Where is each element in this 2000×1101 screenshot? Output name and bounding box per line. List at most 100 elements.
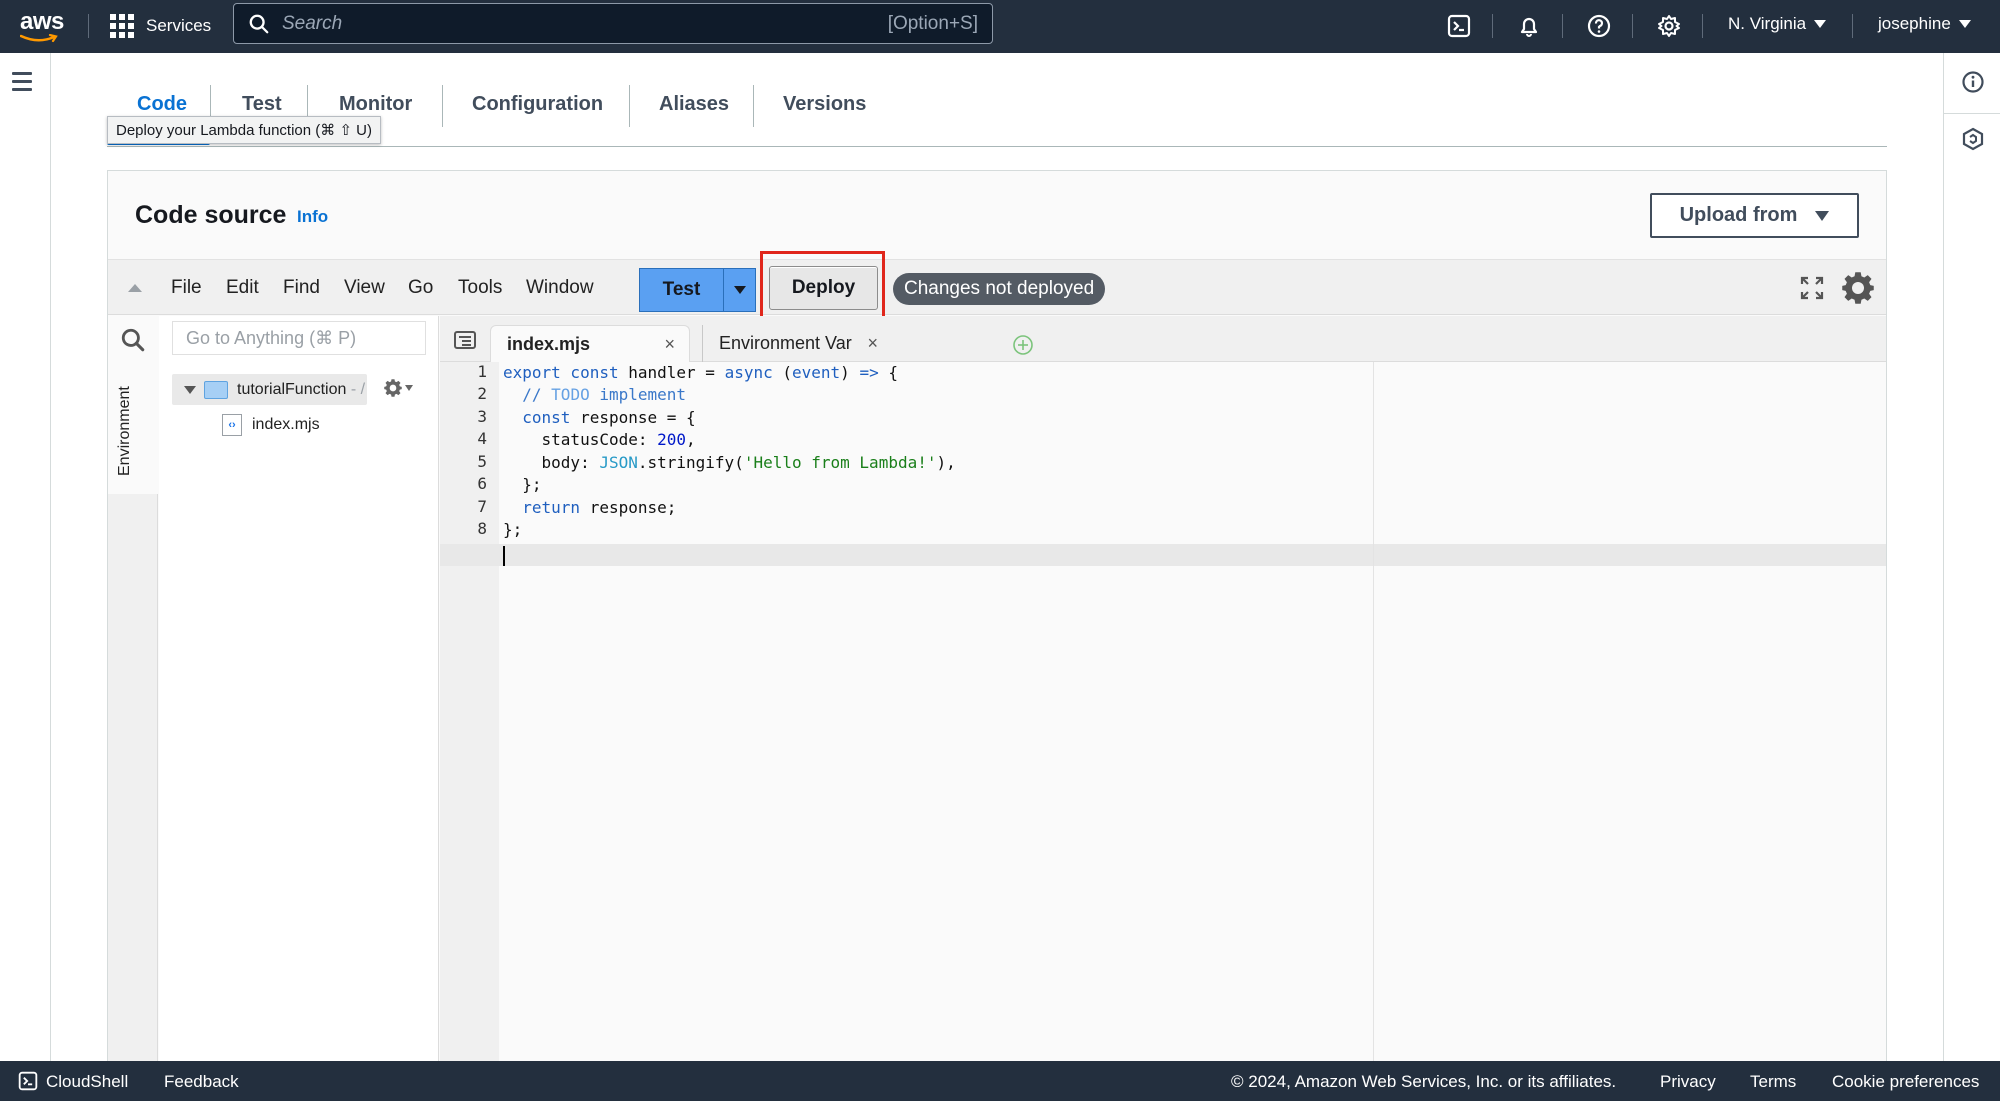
search-shortcut: [Option+S] [887,12,978,34]
code-token: TODO [551,385,590,404]
fullscreen-icon[interactable] [1800,276,1824,300]
folder-icon [204,380,228,399]
menu-window[interactable]: Window [526,277,594,299]
account-menu[interactable]: josephine [1878,14,1971,34]
settings-button[interactable] [1655,12,1683,40]
code-line-4: statusCode: 200, [503,429,696,451]
tab-divider [442,85,443,127]
cookie-preferences-link[interactable]: Cookie preferences [1832,1072,1979,1092]
menu-icon[interactable] [12,72,32,96]
tab-code[interactable]: Code [137,93,187,116]
cloudshell-link[interactable]: CloudShell [46,1072,128,1092]
nav-divider [88,14,89,38]
tree-settings-button[interactable] [383,378,413,398]
terms-link[interactable]: Terms [1750,1072,1796,1092]
line-number: 4 [477,429,487,448]
menu-view[interactable]: View [344,277,385,299]
code-line-7: return response; [503,497,676,519]
menu-go[interactable]: Go [408,277,433,299]
hexagon-icon [1962,127,1984,151]
tab-versions[interactable]: Versions [783,93,866,116]
close-icon[interactable]: × [664,334,675,355]
add-tab-icon[interactable] [1012,334,1034,356]
menu-edit[interactable]: Edit [226,277,259,299]
caret-down-icon [1815,210,1830,221]
tab-test[interactable]: Test [242,93,282,116]
tab-aliases[interactable]: Aliases [659,93,729,116]
upload-from-button[interactable]: Upload from [1650,193,1859,238]
info-icon [1962,71,1984,93]
goto-anything-input[interactable]: Go to Anything (⌘ P) [172,321,426,355]
divider [1944,113,2000,114]
help-icon [1587,14,1611,38]
menu-tools[interactable]: Tools [458,277,502,299]
test-dropdown-button[interactable] [724,269,755,311]
privacy-link[interactable]: Privacy [1660,1072,1716,1092]
line-number-gutter: 1 2 3 4 5 6 7 8 9 [440,362,499,1061]
ide-toolbar: File Edit Find View Go Tools Window Test… [108,251,1886,323]
region-selector[interactable]: N. Virginia [1728,14,1827,34]
file-tree: Go to Anything (⌘ P) tutorialFunction - … [159,316,439,1061]
code-token: body: [503,453,600,472]
code-line-8: }; [503,519,522,541]
search-input[interactable]: Search [Option+S] [233,3,993,44]
test-button[interactable]: Test [640,269,724,311]
deploy-tooltip: Deploy your Lambda function (⌘ ⇧ U) [107,116,382,144]
collapse-icon[interactable] [128,284,142,292]
status-badge: Changes not deployed [893,273,1106,305]
code-token: ( [772,363,792,382]
chevron-down-icon [184,385,196,394]
services-menu[interactable]: Services [110,12,211,40]
folder-item[interactable]: tutorialFunction - / [172,374,367,405]
terminal-icon [18,1071,38,1091]
file-item[interactable]: ‹› index.mjs [222,412,320,438]
tab-monitor[interactable]: Monitor [339,93,412,116]
code-token: implement [589,385,687,404]
editor-tab-index[interactable]: index.mjs × [490,325,690,362]
file-name: index.mjs [252,416,320,433]
code-token: export const [503,363,619,382]
terminal-icon [1447,14,1471,38]
upload-from-label: Upload from [1679,204,1798,226]
nav-divider [1632,14,1633,38]
text-cursor [503,546,505,566]
line-number: 7 [477,497,487,516]
code-token: async [724,363,773,382]
list-icon[interactable] [454,331,476,349]
gear-icon [1658,15,1680,37]
js-file-icon: ‹› [222,414,242,436]
top-navigation: aws Services Search [Option+S] N. Virgin… [0,0,2000,53]
code-token: 200 [657,430,687,449]
info-link[interactable]: Info [297,207,328,227]
code-token: JSON [599,453,638,472]
copyright-text: © 2024, Amazon Web Services, Inc. or its… [1231,1072,1617,1091]
code-line-2: // TODO implement [503,384,686,406]
code-line-6: }; [503,474,541,496]
folder-name: tutorialFunction - / [237,381,365,399]
folder-path-suffix: - / [346,380,366,398]
info-panel-button[interactable] [1960,69,1986,95]
search-icon[interactable] [120,327,146,353]
notifications-button[interactable] [1515,12,1543,40]
code-token: ) [840,363,860,382]
assistant-button[interactable] [1960,126,1986,152]
line-number: 2 [477,384,487,403]
code-editor[interactable]: export const handler = async (event) => … [440,362,1886,1061]
code-token: => [859,363,879,382]
menu-file[interactable]: File [171,277,202,299]
code-token: 'Hello from Lambda!' [743,453,937,472]
cloudshell-button[interactable] [1445,12,1473,40]
tab-configuration[interactable]: Configuration [472,93,603,116]
editor-tab-environment[interactable]: Environment Var × [702,325,892,362]
menu-find[interactable]: Find [283,277,320,299]
help-button[interactable] [1585,12,1613,40]
line-number: 8 [477,519,487,538]
ide-settings-icon[interactable] [1840,270,1876,306]
environment-label[interactable]: Environment [116,386,134,476]
aws-logo[interactable]: aws [18,8,66,44]
close-icon[interactable]: × [867,333,878,354]
deploy-button[interactable]: Deploy [769,266,878,310]
feedback-link[interactable]: Feedback [164,1072,239,1092]
nav-divider [1702,14,1703,38]
